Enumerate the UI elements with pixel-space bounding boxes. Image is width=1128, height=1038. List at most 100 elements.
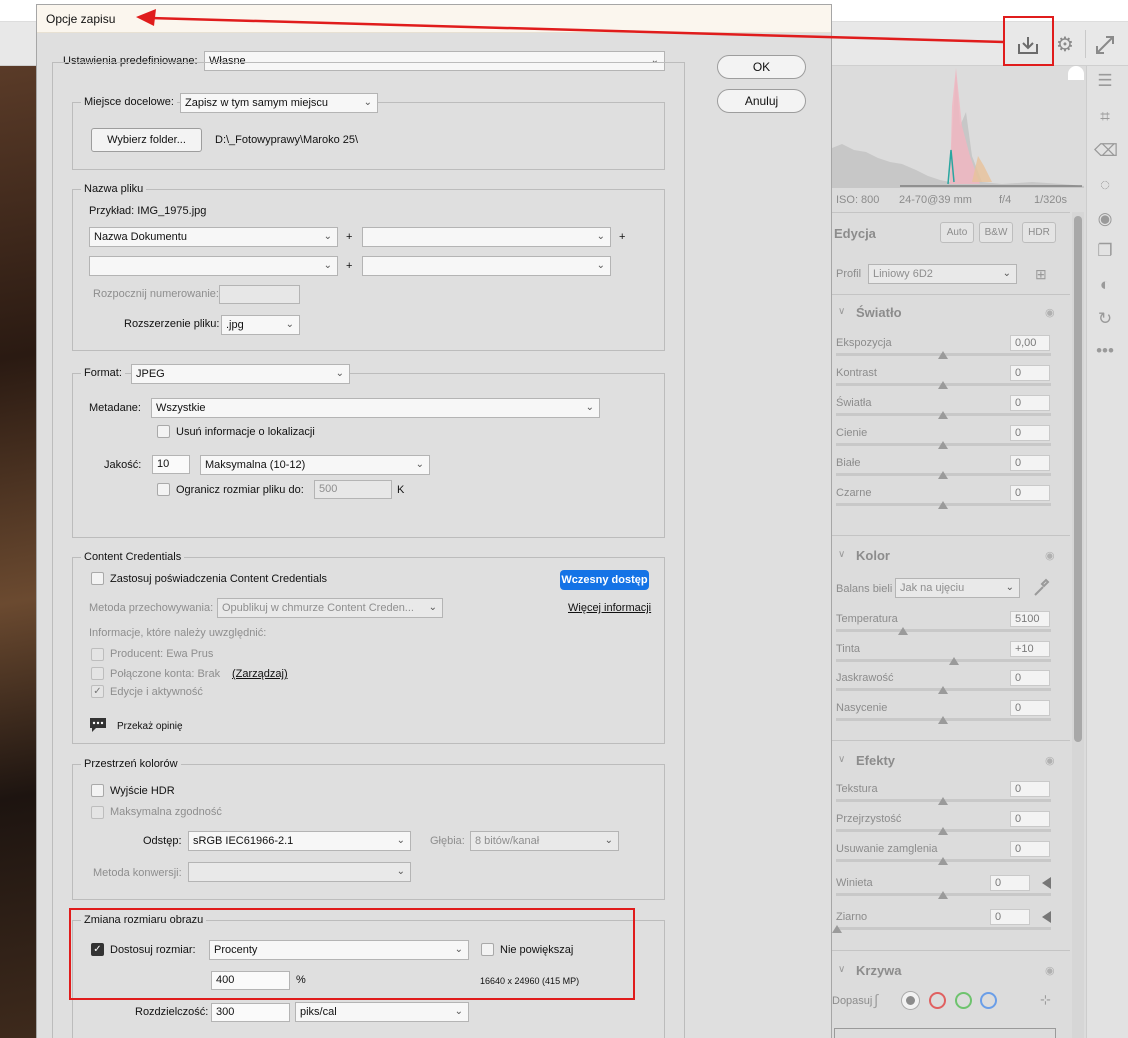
slider-value-input[interactable]: 5100 bbox=[1010, 611, 1050, 627]
quality-preset-select[interactable]: Maksymalna (10-12) ⌄ bbox=[200, 455, 430, 475]
more-info-link[interactable]: Więcej informacji bbox=[568, 602, 651, 614]
slider-value-input[interactable]: 0,00 bbox=[1010, 335, 1050, 351]
quality-input[interactable]: 10 bbox=[152, 455, 190, 474]
slider-thumb[interactable] bbox=[938, 381, 948, 389]
destination-select[interactable]: Zapisz w tym samym miejscu ⌄ bbox=[180, 93, 378, 113]
highlight-clipping-icon[interactable] bbox=[1068, 66, 1084, 80]
slider-value-input[interactable]: 0 bbox=[1010, 781, 1050, 797]
slider-thumb[interactable] bbox=[938, 501, 948, 509]
more-icon[interactable]: ••• bbox=[1094, 340, 1116, 362]
bw-button[interactable]: B&W bbox=[979, 222, 1013, 243]
chevron-down-icon[interactable]: ∨ bbox=[838, 549, 845, 560]
slider-thumb[interactable] bbox=[938, 471, 948, 479]
eyedropper-icon[interactable] bbox=[1032, 578, 1050, 598]
slider-thumb[interactable] bbox=[938, 351, 948, 359]
panel-scrollbar-thumb[interactable] bbox=[1074, 216, 1082, 742]
slider-track[interactable] bbox=[836, 629, 1051, 632]
vignette-expand-icon[interactable] bbox=[1042, 877, 1051, 889]
choose-folder-button[interactable]: Wybierz folder... bbox=[91, 128, 202, 152]
slider-thumb[interactable] bbox=[832, 925, 842, 933]
manage-link[interactable]: (Zarządzaj) bbox=[232, 668, 288, 680]
slider-value-input[interactable]: 0 bbox=[1010, 670, 1050, 686]
slider-thumb[interactable] bbox=[938, 857, 948, 865]
depth-select[interactable]: 8 bitów/kanał ⌄ bbox=[470, 831, 619, 851]
auto-button[interactable]: Auto bbox=[940, 222, 974, 243]
slider-value-input[interactable]: 0 bbox=[1010, 425, 1050, 441]
metadata-select[interactable]: Wszystkie ⌄ bbox=[151, 398, 600, 418]
curve-target-icon[interactable]: ⊹ bbox=[1040, 992, 1058, 1010]
slider-thumb[interactable] bbox=[938, 827, 948, 835]
white-balance-select[interactable]: Jak na ujęciu ⌄ bbox=[895, 578, 1020, 598]
slider-value-input[interactable]: 0 bbox=[1010, 811, 1050, 827]
slider-thumb[interactable] bbox=[938, 441, 948, 449]
point-curve-red-icon[interactable] bbox=[929, 992, 946, 1009]
slider-thumb[interactable] bbox=[938, 797, 948, 805]
limit-size-checkbox[interactable] bbox=[157, 483, 170, 496]
slider-track[interactable] bbox=[836, 927, 1051, 930]
limit-size-input[interactable]: 500 bbox=[314, 480, 392, 499]
slider-value-input[interactable]: 0 bbox=[1010, 365, 1050, 381]
numbering-input[interactable] bbox=[219, 285, 300, 304]
slider-value-input[interactable]: 0 bbox=[1010, 395, 1050, 411]
eye-icon[interactable]: ◉ bbox=[1045, 306, 1055, 319]
cancel-button[interactable]: Anuluj bbox=[717, 89, 806, 113]
format-select[interactable]: JPEG ⌄ bbox=[131, 364, 350, 384]
max-compat-checkbox[interactable] bbox=[91, 806, 104, 819]
conversion-select[interactable]: ⌄ bbox=[188, 862, 411, 882]
eye-icon[interactable]: ◉ bbox=[1045, 964, 1055, 977]
filename-field-4[interactable]: ⌄ bbox=[362, 256, 611, 276]
slider-value-input[interactable]: 0 bbox=[990, 909, 1030, 925]
crop-icon[interactable]: ⌗ bbox=[1094, 106, 1116, 128]
slider-thumb[interactable] bbox=[949, 657, 959, 665]
resolution-unit-select[interactable]: piks/cal ⌄ bbox=[295, 1002, 469, 1022]
point-curve-white-icon[interactable] bbox=[902, 992, 919, 1009]
edits-checkbox[interactable]: ✓ bbox=[91, 685, 104, 698]
slider-thumb[interactable] bbox=[938, 411, 948, 419]
red-eye-icon[interactable]: ◉ bbox=[1094, 208, 1116, 230]
eye-icon[interactable]: ◉ bbox=[1045, 754, 1055, 767]
slider-thumb[interactable] bbox=[938, 716, 948, 724]
slider-value-input[interactable]: 0 bbox=[1010, 700, 1050, 716]
parametric-curve-icon[interactable]: ∫ bbox=[874, 992, 892, 1010]
storage-select[interactable]: Opublikuj w chmurze Content Creden... ⌄ bbox=[217, 598, 443, 618]
mask-icon[interactable]: ◌ bbox=[1094, 174, 1116, 196]
hdr-button[interactable]: HDR bbox=[1022, 222, 1056, 243]
apply-credentials-checkbox[interactable] bbox=[91, 572, 104, 585]
feedback-link[interactable]: Przekaż opinię bbox=[117, 721, 183, 732]
profile-browser-icon[interactable]: ⊞ bbox=[1035, 266, 1053, 282]
slider-value-input[interactable]: +10 bbox=[1010, 641, 1050, 657]
feedback-icon[interactable] bbox=[89, 717, 107, 733]
producer-checkbox[interactable] bbox=[91, 648, 104, 661]
slider-value-input[interactable]: 0 bbox=[1010, 455, 1050, 471]
chevron-down-icon[interactable]: ∨ bbox=[838, 306, 845, 317]
accounts-checkbox[interactable] bbox=[91, 667, 104, 680]
eye-icon[interactable]: ◉ bbox=[1045, 549, 1055, 562]
curve-graph[interactable] bbox=[834, 1028, 1056, 1038]
slider-value-input[interactable]: 0 bbox=[1010, 841, 1050, 857]
point-curve-green-icon[interactable] bbox=[955, 992, 972, 1009]
slider-track[interactable] bbox=[836, 659, 1051, 662]
chevron-down-icon[interactable]: ∨ bbox=[838, 964, 845, 975]
edit-sliders-icon[interactable]: ☰ bbox=[1094, 70, 1116, 92]
eraser-icon[interactable]: ⌫ bbox=[1094, 140, 1118, 162]
sync-icon[interactable]: ↻ bbox=[1094, 308, 1116, 330]
slider-thumb[interactable] bbox=[938, 686, 948, 694]
point-curve-blue-icon[interactable] bbox=[980, 992, 997, 1009]
space-select[interactable]: sRGB IEC61966-2.1 ⌄ bbox=[188, 831, 411, 851]
filename-field-1[interactable]: Nazwa Dokumentu ⌄ bbox=[89, 227, 338, 247]
filename-field-3[interactable]: ⌄ bbox=[89, 256, 338, 276]
filename-field-2[interactable]: ⌄ bbox=[362, 227, 611, 247]
slider-value-input[interactable]: 0 bbox=[1010, 485, 1050, 501]
snapshots-icon[interactable]: ❐ bbox=[1094, 240, 1116, 262]
slider-thumb[interactable] bbox=[898, 627, 908, 635]
grain-expand-icon[interactable] bbox=[1042, 911, 1051, 923]
presets-icon[interactable]: ◐ bbox=[1094, 274, 1116, 296]
slider-thumb[interactable] bbox=[938, 891, 948, 899]
hdr-output-checkbox[interactable] bbox=[91, 784, 104, 797]
resolution-input[interactable]: 300 bbox=[211, 1003, 290, 1022]
extension-select[interactable]: .jpg ⌄ bbox=[221, 315, 300, 335]
chevron-down-icon[interactable]: ∨ bbox=[838, 754, 845, 765]
profile-select[interactable]: Liniowy 6D2 ⌄ bbox=[868, 264, 1017, 284]
remove-location-checkbox[interactable] bbox=[157, 425, 170, 438]
slider-value-input[interactable]: 0 bbox=[990, 875, 1030, 891]
